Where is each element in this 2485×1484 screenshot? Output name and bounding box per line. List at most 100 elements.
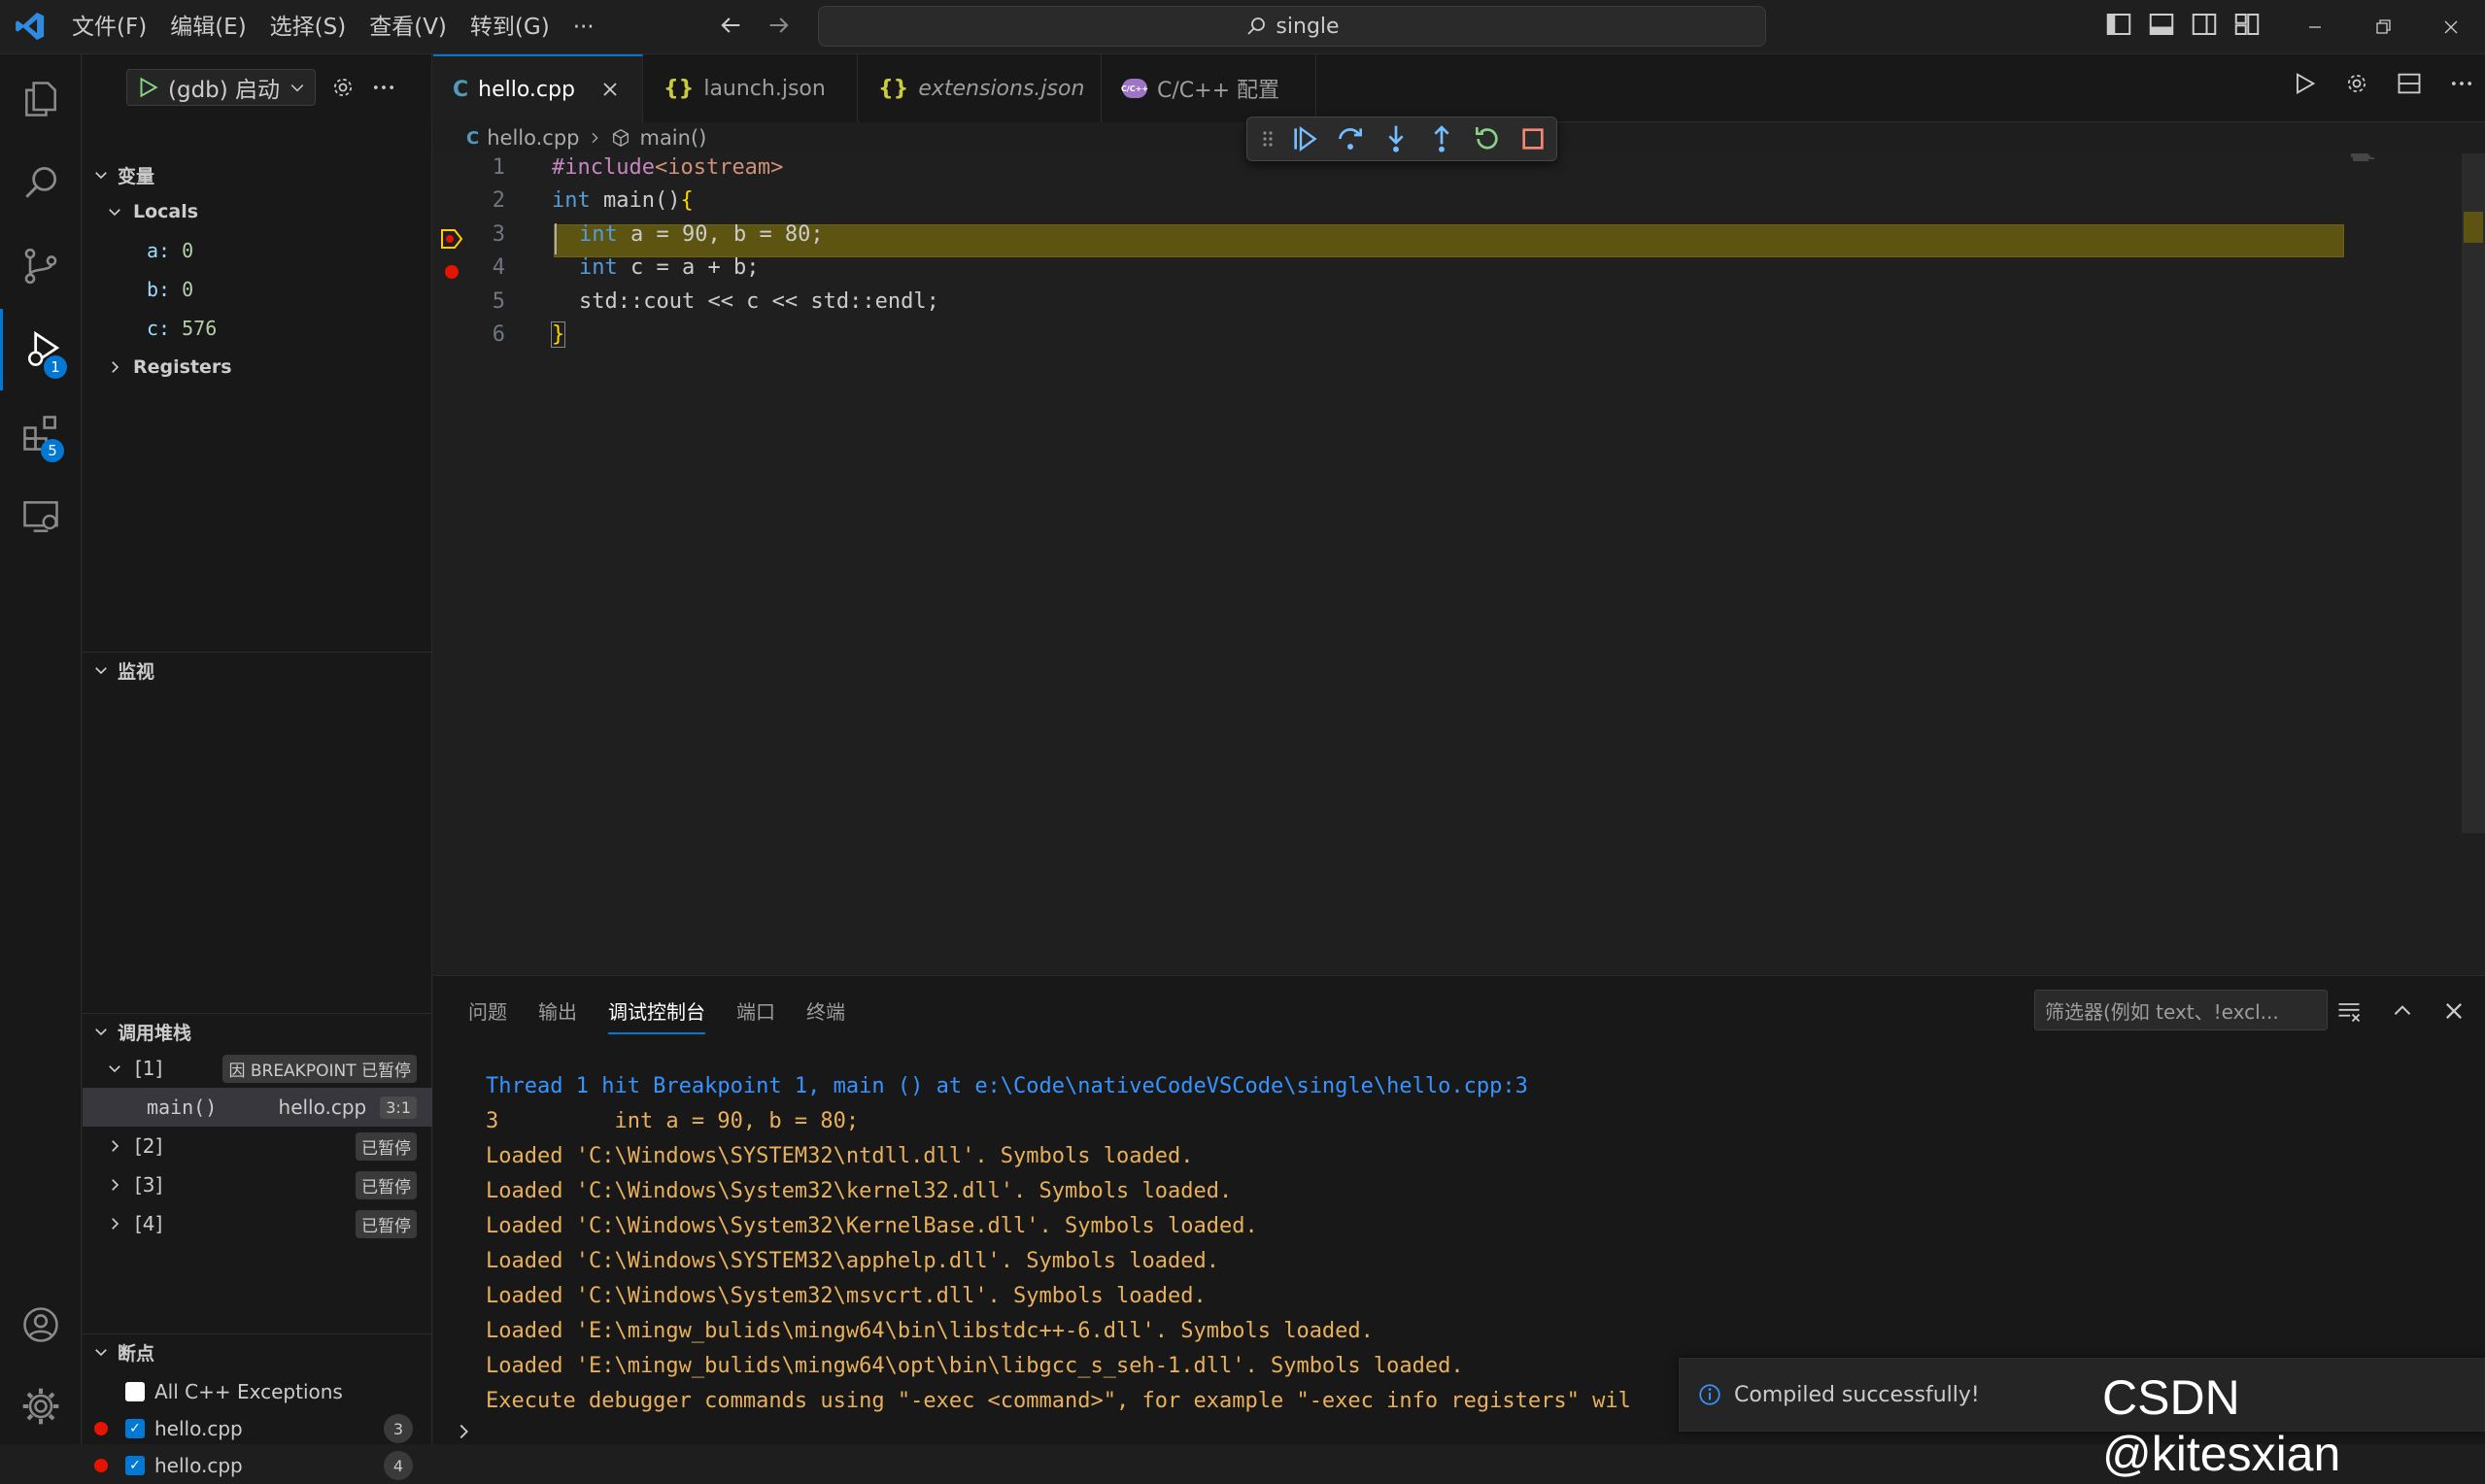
maximize-panel-icon[interactable]: [2390, 998, 2415, 1024]
panel-tabs: 问题 输出 调试控制台 端口 终端: [453, 976, 861, 1044]
code-line: #include<iostream>: [552, 155, 784, 180]
toggle-sidebar-icon[interactable]: [2104, 10, 2133, 39]
current-breakpoint-arrow-icon[interactable]: [439, 227, 464, 251]
extensions-icon[interactable]: 5: [0, 392, 82, 474]
menu-selection[interactable]: 选择(S): [258, 0, 358, 54]
variable-name: a: [147, 239, 159, 262]
menu-file[interactable]: 文件(F): [60, 0, 158, 54]
breakpoint-row[interactable]: ✓ hello.cpp 3: [83, 1410, 432, 1447]
variable-name: b: [147, 278, 159, 301]
customize-layout-icon[interactable]: [2232, 10, 2262, 39]
callstack-tree: [1] 因 BREAKPOINT 已暂停 main() hello.cpp 3:1…: [83, 1049, 432, 1243]
code-editor[interactable]: 1 2 3 4 5 6 #include<iostream> int main(…: [433, 153, 2485, 975]
back-arrow-icon[interactable]: [717, 12, 744, 39]
accounts-icon[interactable]: [0, 1284, 82, 1366]
stack-frame-row[interactable]: main() hello.cpp 3:1: [83, 1088, 432, 1127]
tab-problems[interactable]: 问题: [453, 976, 523, 1044]
search-icon: [1247, 17, 1266, 35]
run-debug-icon[interactable]: 1: [0, 309, 82, 390]
breadcrumb-file[interactable]: hello.cpp: [487, 126, 579, 150]
remote-explorer-icon[interactable]: [0, 476, 82, 557]
tab-terminal[interactable]: 终端: [791, 976, 861, 1044]
close-icon[interactable]: [600, 80, 620, 99]
chevron-right-icon: [112, 1218, 119, 1230]
checkbox-checked[interactable]: ✓: [125, 1419, 145, 1438]
start-debugging-icon[interactable]: [135, 75, 160, 100]
breakpoint-dot-icon[interactable]: [445, 265, 459, 279]
title-bar: 文件(F) 编辑(E) 选择(S) 查看(V) 转到(G) ··· single: [0, 0, 2485, 54]
restore-icon[interactable]: [2349, 0, 2417, 54]
restart-icon[interactable]: [1472, 123, 1503, 154]
source-control-icon[interactable]: [0, 225, 82, 307]
variable-row[interactable]: b: 0: [83, 270, 432, 309]
split-editor-icon[interactable]: [2396, 70, 2423, 97]
tab-debug-console[interactable]: 调试控制台: [593, 976, 721, 1044]
open-launch-json-gear-icon[interactable]: [329, 74, 357, 101]
manage-gear-icon[interactable]: [0, 1366, 82, 1447]
console-filter-input[interactable]: 筛选器(例如 text、!excl...: [2034, 990, 2328, 1030]
thread-row[interactable]: [3] 已暂停: [83, 1165, 432, 1204]
tab-launch-json[interactable]: {} launch.json: [644, 54, 858, 122]
thread-row[interactable]: [4] 已暂停: [83, 1204, 432, 1243]
breadcrumb-symbol[interactable]: main(): [639, 126, 706, 150]
minimap[interactable]: [2351, 153, 2380, 163]
checkbox-unchecked[interactable]: [125, 1382, 145, 1401]
close-panel-icon[interactable]: [2442, 999, 2466, 1023]
breakpoint-label: hello.cpp: [154, 1454, 243, 1477]
stop-icon[interactable]: [1517, 123, 1549, 154]
registers-scope[interactable]: Registers: [83, 348, 432, 387]
more-actions-icon[interactable]: [2448, 70, 2475, 97]
step-over-icon[interactable]: [1335, 123, 1366, 154]
checkbox-checked[interactable]: ✓: [125, 1456, 145, 1475]
tab-hello-cpp[interactable]: C hello.cpp: [433, 54, 643, 122]
variable-value: 576: [182, 317, 218, 340]
variable-row[interactable]: c: 576: [83, 309, 432, 348]
menu-more[interactable]: ···: [562, 0, 606, 54]
variable-row[interactable]: a: 0: [83, 231, 432, 270]
chevron-down-icon: [95, 172, 107, 180]
breakpoints-section-header[interactable]: 断点: [83, 1334, 432, 1369]
search-text: single: [1276, 14, 1340, 39]
breakpoint-row[interactable]: ✓ hello.cpp 4: [83, 1447, 432, 1484]
forward-arrow-icon[interactable]: [766, 12, 793, 39]
frame-file: hello.cpp: [278, 1096, 367, 1119]
console-prompt-chevron-icon[interactable]: [453, 1421, 474, 1442]
breakpoint-row[interactable]: All C++ Exceptions: [83, 1373, 432, 1410]
tab-ports[interactable]: 端口: [721, 976, 791, 1044]
vertical-scrollbar[interactable]: [2462, 153, 2485, 833]
debug-config-select[interactable]: (gdb) 启动: [126, 69, 317, 106]
thread-status: 已暂停: [356, 1209, 417, 1238]
gear-icon[interactable]: [2343, 70, 2370, 97]
thread-row[interactable]: [1] 因 BREAKPOINT 已暂停: [83, 1049, 432, 1088]
explorer-icon[interactable]: [0, 58, 82, 140]
thread-id: [4]: [135, 1212, 163, 1235]
locals-scope[interactable]: Locals: [83, 192, 432, 231]
callstack-section-header[interactable]: 调用堆栈: [83, 1014, 432, 1049]
debug-console-output[interactable]: Thread 1 hit Breakpoint 1, main () at e:…: [486, 1069, 1631, 1419]
thread-row[interactable]: [2] 已暂停: [83, 1127, 432, 1165]
clear-console-icon[interactable]: [2335, 997, 2363, 1025]
tab-cpp-config[interactable]: C/C++ C/C++ 配置: [1103, 54, 1316, 122]
toggle-secondary-sidebar-icon[interactable]: [2190, 10, 2219, 39]
run-file-icon[interactable]: [2291, 70, 2318, 97]
command-center-search[interactable]: single: [818, 6, 1766, 47]
step-into-icon[interactable]: [1380, 123, 1412, 154]
menu-edit[interactable]: 编辑(E): [158, 0, 257, 54]
toggle-panel-icon[interactable]: [2147, 10, 2176, 39]
tab-output[interactable]: 输出: [523, 976, 593, 1044]
chevron-down-icon: [290, 84, 304, 92]
close-window-icon[interactable]: [2417, 0, 2485, 54]
editor-tabs: C hello.cpp {} launch.json {} extensions…: [433, 54, 2485, 122]
menu-view[interactable]: 查看(V): [357, 0, 459, 54]
step-out-icon[interactable]: [1426, 123, 1457, 154]
search-view-icon[interactable]: [0, 142, 82, 223]
menu-go[interactable]: 转到(G): [459, 0, 562, 54]
thread-id: [2]: [135, 1134, 163, 1158]
continue-icon[interactable]: [1289, 123, 1320, 154]
drag-handle-icon[interactable]: [1261, 127, 1275, 151]
more-actions-icon[interactable]: [370, 74, 397, 101]
watch-section-header[interactable]: 监视: [83, 653, 432, 688]
tab-extensions-json[interactable]: {} extensions.json: [859, 54, 1102, 122]
variables-section-header[interactable]: 变量: [83, 157, 432, 192]
minimize-icon[interactable]: [2281, 0, 2349, 54]
